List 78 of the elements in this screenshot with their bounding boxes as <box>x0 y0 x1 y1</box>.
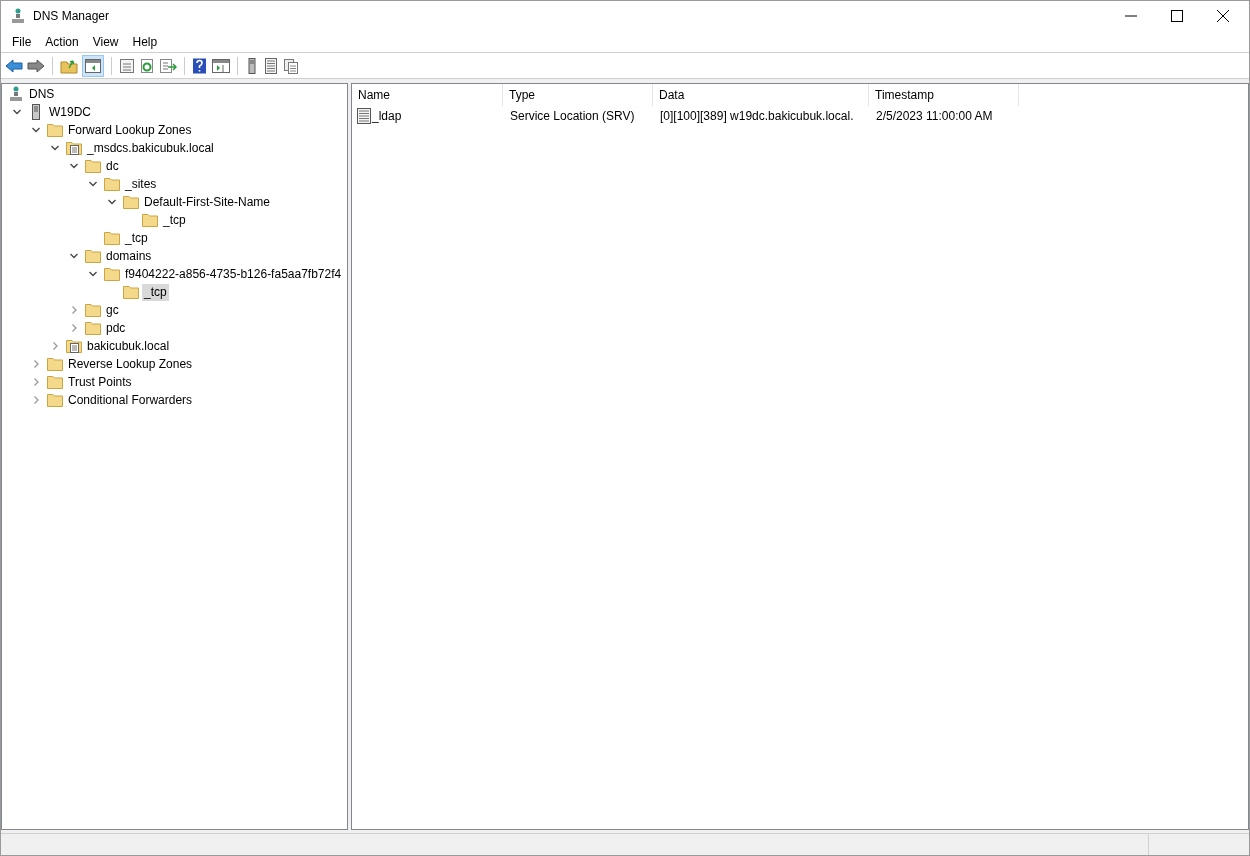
folder-icon <box>85 248 101 264</box>
chevron-down-icon[interactable] <box>69 161 79 171</box>
chevron-right-icon[interactable] <box>31 359 41 369</box>
column-header[interactable]: Name <box>352 84 503 106</box>
tree-item[interactable]: _tcp <box>161 211 188 229</box>
chevron-down-icon[interactable] <box>31 125 41 135</box>
chevron-right-icon[interactable] <box>69 305 79 315</box>
chevron-down-icon[interactable] <box>88 179 98 189</box>
forward-arrow-icon[interactable] <box>27 57 45 74</box>
tree-item[interactable]: Default-First-Site-Name <box>142 193 273 211</box>
show-tree-button[interactable] <box>82 54 104 77</box>
close-icon[interactable] <box>1217 10 1229 22</box>
folder-icon <box>47 374 63 390</box>
folder-icon <box>85 320 101 336</box>
tree-item[interactable]: W19DC <box>47 103 93 121</box>
tree-item[interactable]: _tcp <box>142 283 169 301</box>
chevron-down-icon[interactable] <box>69 251 79 261</box>
refresh-icon[interactable] <box>139 57 155 74</box>
folder-icon <box>47 122 63 138</box>
tree-item[interactable]: _msdcs.bakicubuk.local <box>85 139 216 157</box>
export-list-icon[interactable] <box>159 57 177 74</box>
column-header[interactable]: Timestamp <box>869 84 1019 106</box>
chevron-down-icon[interactable] <box>107 197 117 207</box>
tree-item[interactable]: pdc <box>104 319 128 337</box>
server-icon[interactable] <box>245 57 259 74</box>
tree-item[interactable]: Reverse Lookup Zones <box>66 355 195 373</box>
folder-icon <box>104 266 120 282</box>
menu-item[interactable]: View <box>85 32 126 51</box>
chevron-down-icon[interactable] <box>50 143 60 153</box>
help-icon[interactable] <box>192 57 208 74</box>
menu-item[interactable]: Action <box>38 32 86 51</box>
zone-file-icon <box>66 140 82 156</box>
table-cell-text: [0][100][389] w19dc.bakicubuk.local. <box>660 107 854 125</box>
app-icon <box>11 8 25 24</box>
dns-icon <box>8 86 24 102</box>
folder-icon <box>47 356 63 372</box>
chevron-down-icon[interactable] <box>12 107 22 117</box>
tree-item[interactable]: dc <box>104 157 121 175</box>
tree-item[interactable]: DNS <box>27 85 57 103</box>
tree-item[interactable]: Conditional Forwarders <box>66 391 195 409</box>
chevron-down-icon[interactable] <box>88 269 98 279</box>
tree-item[interactable]: Trust Points <box>66 373 134 391</box>
table-cell[interactable]: _ldap <box>372 106 402 125</box>
menu-item[interactable]: Help <box>125 32 165 51</box>
menu-item[interactable]: File <box>5 32 39 51</box>
window-title: DNS Manager <box>33 8 110 25</box>
folder-icon <box>85 302 101 318</box>
zone-file-icon <box>66 338 82 354</box>
tree-item[interactable]: bakicubuk.local <box>85 337 172 355</box>
column-header[interactable]: Type <box>503 84 653 106</box>
chevron-right-icon[interactable] <box>31 377 41 387</box>
folder-icon <box>123 194 139 210</box>
folder-icon <box>85 158 101 174</box>
folder-icon <box>104 230 120 246</box>
folder-up-icon[interactable] <box>60 57 78 74</box>
maximize-icon[interactable] <box>1171 10 1183 22</box>
chevron-right-icon[interactable] <box>50 341 60 351</box>
copy-records-icon[interactable] <box>283 57 299 74</box>
table-cell-text: 2/5/2023 11:00:00 AM <box>876 107 993 125</box>
tree-item[interactable]: domains <box>104 247 154 265</box>
properties-icon[interactable] <box>119 57 135 74</box>
chevron-right-icon[interactable] <box>31 395 41 405</box>
folder-icon <box>47 392 63 408</box>
action-pane-icon[interactable] <box>212 57 230 74</box>
table-cell-text: Service Location (SRV) <box>510 107 635 125</box>
tree-item[interactable]: _tcp <box>123 229 150 247</box>
folder-icon <box>142 212 158 228</box>
tree-item[interactable]: Forward Lookup Zones <box>66 121 194 139</box>
tree-item[interactable]: _sites <box>123 175 159 193</box>
folder-icon <box>104 176 120 192</box>
tree-item[interactable]: f9404222-a856-4735-b126-fa5aa7fb72f4 <box>123 265 344 283</box>
back-arrow-icon[interactable] <box>5 57 23 74</box>
folder-icon <box>123 284 139 300</box>
tree-item[interactable]: gc <box>104 301 121 319</box>
chevron-right-icon[interactable] <box>69 323 79 333</box>
record-list-icon[interactable] <box>263 57 279 74</box>
column-header[interactable]: Data <box>653 84 869 106</box>
record-icon <box>356 107 372 124</box>
